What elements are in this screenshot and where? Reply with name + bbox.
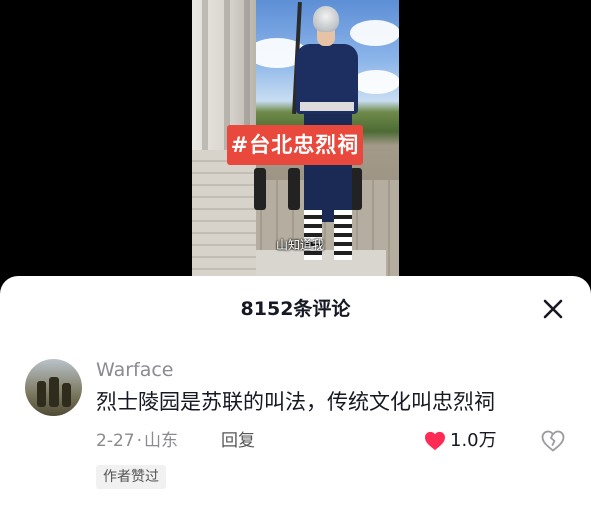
comment-location: 山东 bbox=[144, 431, 178, 451]
video-subtitle: 山知道我 bbox=[275, 238, 324, 252]
video-player[interactable]: #台北忠烈祠 山知道我 bbox=[0, 0, 591, 280]
video-cloud bbox=[352, 70, 399, 94]
video-cloud bbox=[350, 20, 399, 46]
video-background-guard bbox=[254, 168, 266, 210]
reply-button[interactable]: 回复 bbox=[221, 429, 255, 453]
like-count: 1.0万 bbox=[450, 430, 497, 451]
close-icon bbox=[543, 299, 563, 319]
broken-heart-icon bbox=[541, 430, 565, 452]
comment-username[interactable]: Warface bbox=[96, 358, 174, 382]
meta-separator: · bbox=[136, 431, 142, 451]
comment-date: 2-27 bbox=[96, 431, 135, 451]
comments-count-title: 8152条评论 bbox=[240, 298, 351, 320]
avatar[interactable] bbox=[25, 359, 82, 416]
video-frame[interactable]: #台北忠烈祠 山知道我 bbox=[192, 0, 399, 280]
video-soldier-belt bbox=[300, 102, 354, 111]
comment-meta: 2-27 · 山东 bbox=[96, 429, 178, 453]
video-soldier-boot bbox=[334, 210, 352, 260]
heart-icon bbox=[425, 431, 445, 451]
video-soldier-helmet bbox=[313, 6, 339, 32]
comments-panel: 8152条评论 Warface 烈士陵园是苏联的叫法，传统文化叫忠烈祠 2-27… bbox=[0, 276, 591, 505]
author-liked-badge: 作者赞过 bbox=[96, 465, 166, 489]
like-button[interactable]: 1.0万 bbox=[424, 429, 497, 453]
comment-text: 烈士陵园是苏联的叫法，传统文化叫忠烈祠 bbox=[96, 390, 495, 414]
video-hashtag[interactable]: #台北忠烈祠 bbox=[227, 125, 363, 165]
video-background-guard bbox=[288, 168, 300, 210]
dislike-button[interactable] bbox=[541, 430, 565, 452]
close-button[interactable] bbox=[538, 294, 568, 324]
